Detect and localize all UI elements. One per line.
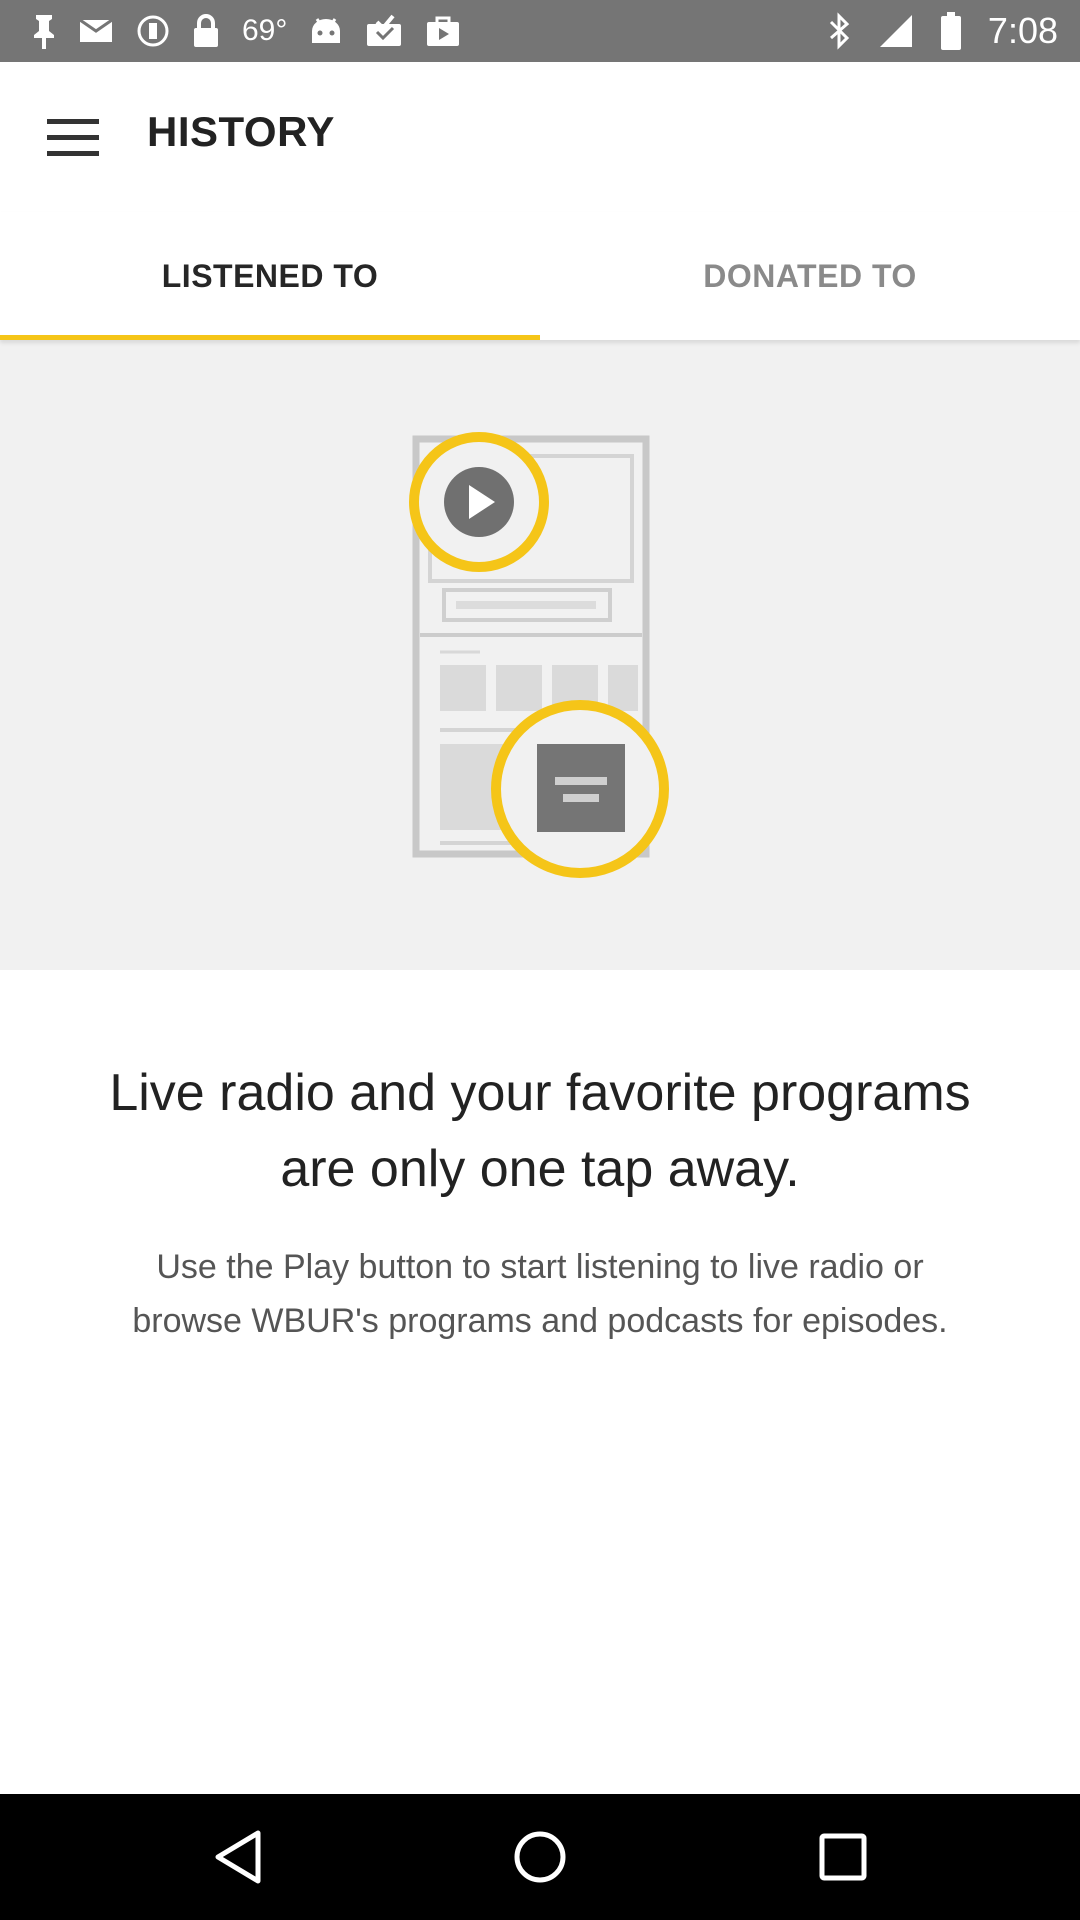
description-line-2: browse WBUR's programs and podcasts for … xyxy=(132,1302,948,1340)
tab-bar: LISTENED TO DONATED TO xyxy=(0,212,1080,340)
hamburger-menu-icon xyxy=(47,119,99,156)
battery-icon xyxy=(940,11,962,51)
active-tab-indicator xyxy=(0,335,540,340)
back-button[interactable] xyxy=(198,1822,278,1892)
status-left-icons: 69° xyxy=(32,0,461,62)
headline-line-2: are only one tap away. xyxy=(280,1140,800,1198)
home-button[interactable] xyxy=(500,1822,580,1892)
page-title: HISTORY xyxy=(147,108,335,155)
app-bar: HISTORY xyxy=(0,62,1080,212)
recents-icon xyxy=(819,1833,867,1881)
home-icon xyxy=(514,1831,566,1883)
description-line-1: Use the Play button to start listening t… xyxy=(156,1248,924,1286)
mail-icon xyxy=(78,11,114,51)
empty-state-headline: Live radio and your favorite programs ar… xyxy=(60,1055,1020,1207)
history-illustration xyxy=(409,432,669,878)
headline-line-1: Live radio and your favorite programs xyxy=(109,1064,971,1122)
recents-button[interactable] xyxy=(803,1822,883,1892)
inbox-check-icon xyxy=(365,11,403,51)
tab-label: DONATED TO xyxy=(703,257,917,294)
lock-icon xyxy=(192,11,220,51)
bluetooth-icon xyxy=(828,11,852,51)
play-icon xyxy=(409,432,549,572)
android-icon xyxy=(309,11,343,51)
empty-state-description: Use the Play button to start listening t… xyxy=(60,1240,1020,1348)
back-icon xyxy=(215,1830,261,1884)
clock-text: 7:08 xyxy=(987,10,1058,51)
signal-icon xyxy=(878,11,914,51)
status-right-icons: 7:08 xyxy=(828,0,1058,62)
tab-label: LISTENED TO xyxy=(161,257,379,294)
shopping-bag-icon xyxy=(425,11,461,51)
stop-bar-icon xyxy=(491,700,669,878)
pin-icon xyxy=(32,11,56,51)
temperature-text: 69° xyxy=(242,14,288,47)
illustration-panel xyxy=(0,340,1080,970)
do-not-disturb-icon xyxy=(136,11,170,51)
system-nav-bar xyxy=(0,1794,1080,1920)
status-bar: 69° 7:08 xyxy=(0,0,1080,62)
tab-listened-to[interactable]: LISTENED TO xyxy=(0,212,540,340)
tab-donated-to[interactable]: DONATED TO xyxy=(540,212,1080,340)
menu-button[interactable] xyxy=(30,100,116,176)
